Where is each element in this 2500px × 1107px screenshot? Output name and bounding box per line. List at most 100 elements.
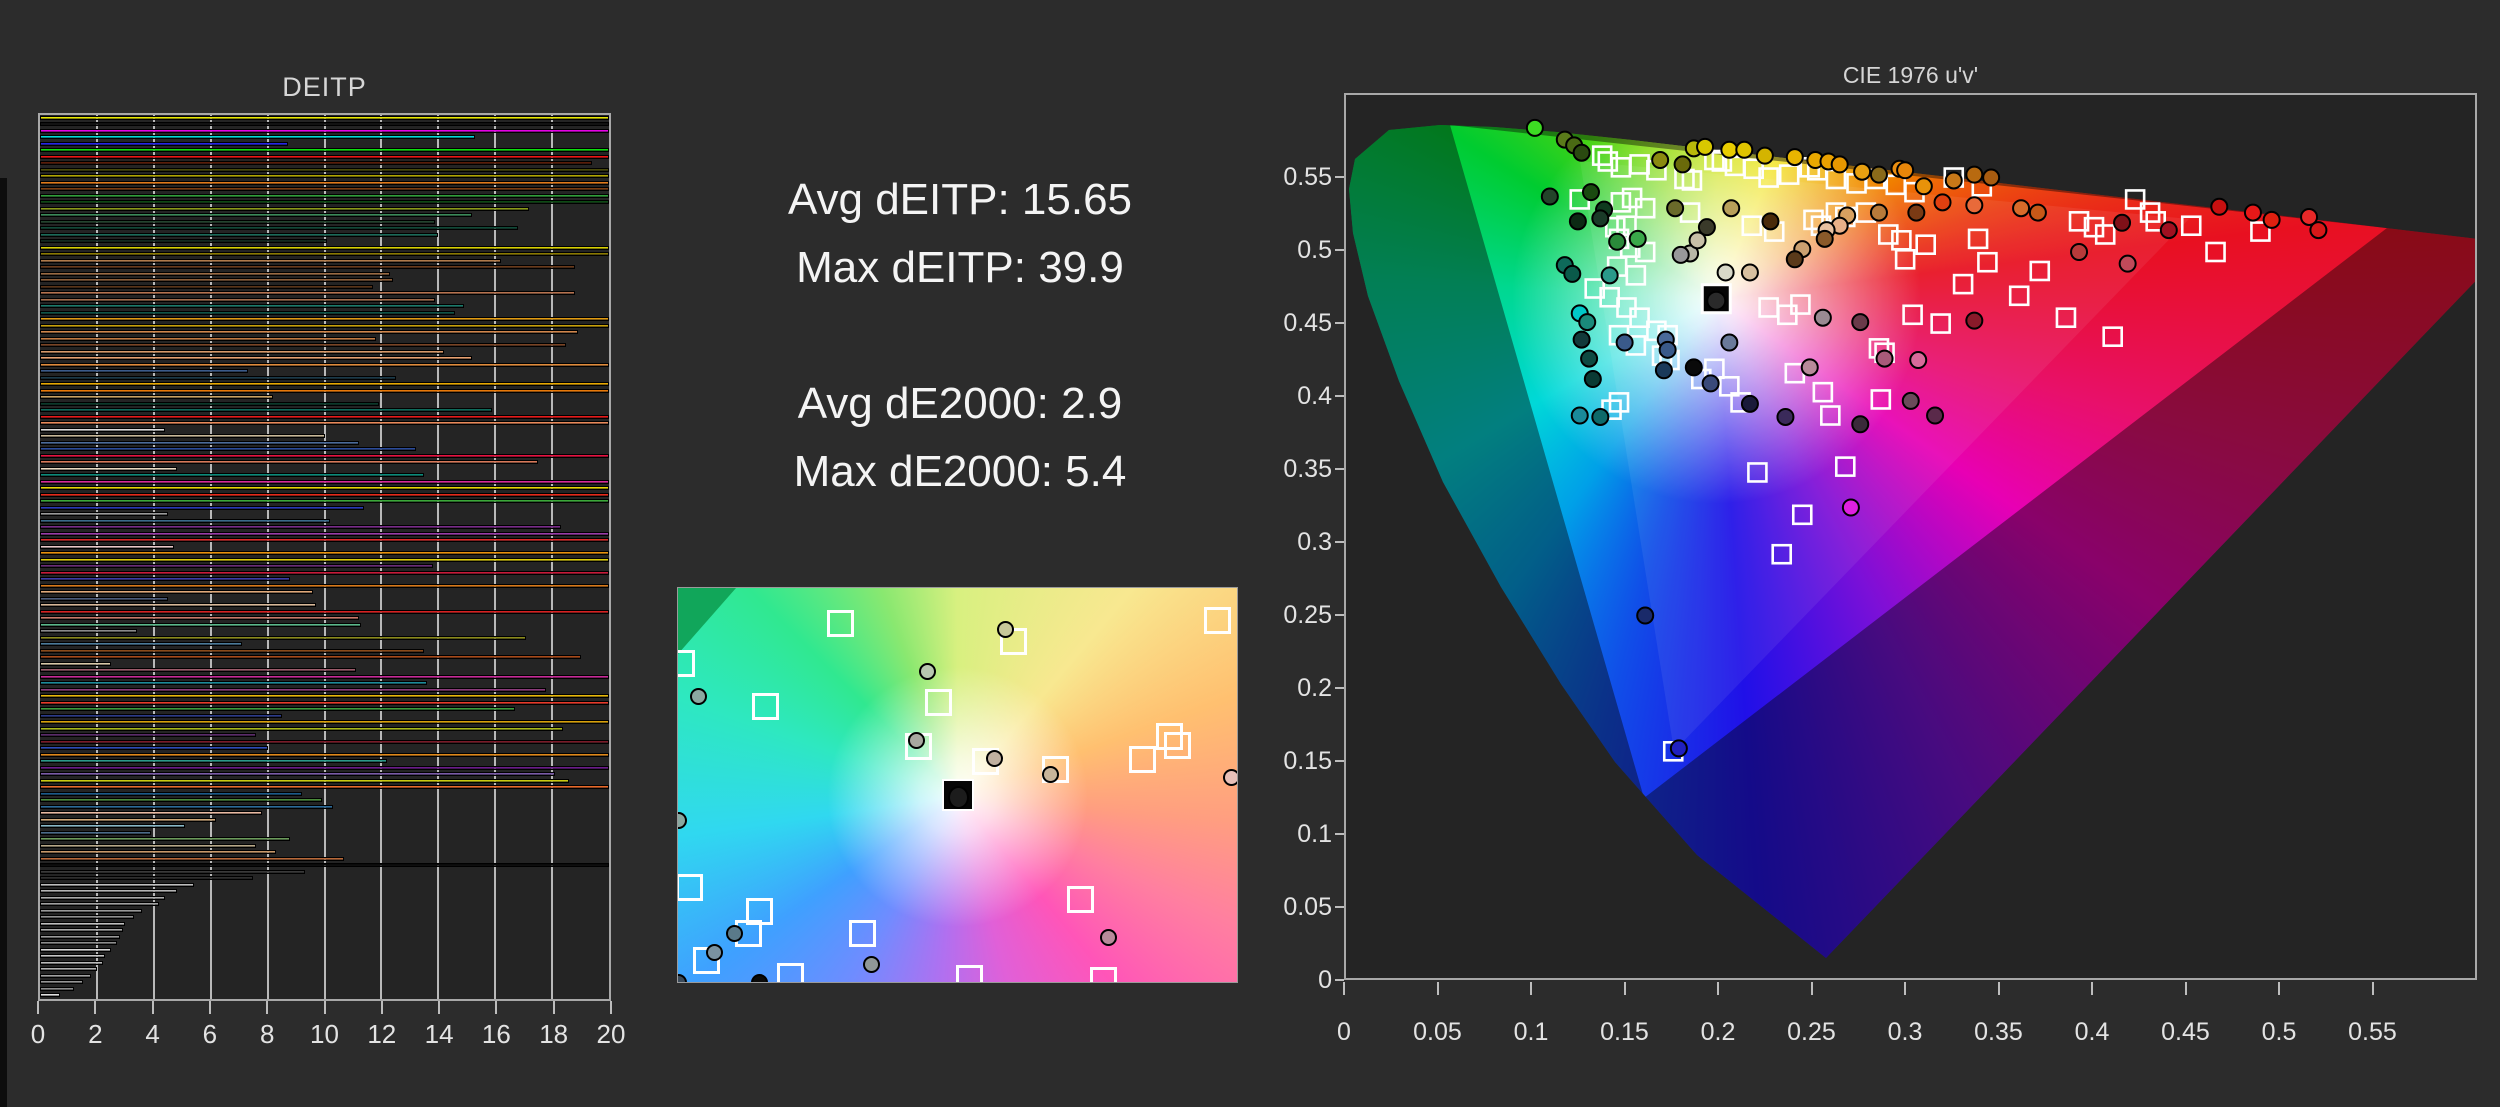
cie-measured-circle [1871, 167, 1887, 183]
deitp-bar [40, 155, 609, 159]
target-square-marker [752, 693, 779, 720]
deitp-bar [40, 837, 290, 841]
deitp-bar [40, 421, 609, 425]
white-point-marker [942, 779, 974, 811]
cie-measured-circle [1671, 740, 1687, 756]
deitp-bar [40, 454, 609, 458]
deitp-tick [209, 1001, 211, 1014]
deitp-bar [40, 252, 609, 256]
deitp-bar [40, 408, 492, 412]
deitp-bar [40, 369, 248, 373]
cie-x-tick [2278, 982, 2280, 995]
deitp-bar [40, 512, 168, 516]
measured-circle-marker [863, 956, 880, 973]
target-square-marker [777, 963, 804, 983]
cie-measured-circle [1703, 375, 1719, 391]
cie-measured-circle [1877, 351, 1893, 367]
cie-measured-circle [1916, 178, 1932, 194]
deitp-tick [438, 1001, 440, 1014]
measured-circle-marker [908, 732, 925, 749]
deitp-bar [40, 148, 609, 152]
cie-measured-circle [1574, 145, 1590, 161]
deitp-tick-label: 8 [237, 1019, 297, 1050]
gamut-corner-wedge [678, 588, 736, 654]
cie-measured-circle [1673, 247, 1689, 263]
deitp-bar [40, 259, 501, 263]
deitp-bar [40, 311, 455, 315]
deitp-bar [40, 636, 526, 640]
cie-x-tick [1343, 982, 1345, 995]
deitp-bar [40, 467, 177, 471]
deitp-bar [40, 473, 424, 477]
deitp-bar [40, 460, 538, 464]
deitp-x-axis: 02468101214161820 [38, 1001, 611, 1061]
target-square-marker [677, 650, 695, 677]
deitp-bar [40, 480, 609, 484]
target-square-marker [1204, 607, 1231, 634]
cie-measured-circle [1617, 335, 1633, 351]
cie-overlay-svg [1346, 95, 2477, 980]
cie-y-tick [1335, 906, 1344, 908]
cie-measured-circle [1910, 352, 1926, 368]
deitp-bar [40, 844, 256, 848]
deitp-bar [40, 623, 361, 627]
cie-y-tick [1335, 395, 1344, 397]
deitp-bar [40, 226, 518, 230]
measured-circle-marker [1223, 769, 1238, 786]
deitp-bar [40, 759, 387, 763]
deitp-bar [40, 584, 609, 588]
cie-measured-circle [1843, 500, 1859, 516]
cie-measured-circle [2301, 209, 2317, 225]
deitp-bar [40, 337, 376, 341]
deitp-bar [40, 324, 609, 328]
cie-measured-circle [1564, 266, 1580, 282]
cie-measured-circle [1908, 205, 1924, 221]
cie-y-tick-label: 0.15 [1242, 747, 1332, 776]
deitp-bar [40, 863, 609, 867]
deitp-bar [40, 928, 123, 932]
deitp-bar [40, 441, 359, 445]
cie-measured-circle [1721, 335, 1737, 351]
deitp-tick [553, 1001, 555, 1014]
deitp-bar [40, 415, 609, 419]
deitp-bar [40, 772, 555, 776]
measured-circle-marker [919, 663, 936, 680]
cie-measured-circle [1966, 167, 1982, 183]
cie-measured-circle [1667, 200, 1683, 216]
cie-x-tick [1717, 982, 1719, 995]
cie-measured-circle [1585, 371, 1601, 387]
cie-target-square [2207, 243, 2225, 261]
target-square-marker [827, 610, 854, 637]
deitp-bar [40, 278, 393, 282]
deitp-tick [266, 1001, 268, 1014]
measured-circle-marker [1100, 929, 1117, 946]
deitp-bar [40, 610, 609, 614]
deitp-bar [40, 233, 438, 237]
deitp-bar [40, 876, 253, 880]
deitp-bar [40, 493, 609, 497]
deitp-bars [40, 115, 609, 999]
deitp-bar [40, 720, 609, 724]
cie-measured-circle [1579, 314, 1595, 330]
cie-measured-circle [1935, 194, 1951, 210]
deitp-bar [40, 597, 168, 601]
cie-y-tick-label: 0 [1242, 966, 1332, 995]
deitp-bar [40, 603, 316, 607]
cie-x-tick [1530, 982, 1532, 995]
target-square-marker [1090, 967, 1117, 983]
target-square-marker [1129, 746, 1156, 773]
cie-x-tick-label: 0.2 [1678, 1018, 1758, 1047]
stats-spacer [630, 302, 1290, 370]
deitp-bar [40, 181, 609, 185]
cie-measured-circle [1583, 184, 1599, 200]
cie-x-tick-label: 0.05 [1398, 1018, 1478, 1047]
deitp-bar [40, 317, 609, 321]
deitp-bar [40, 740, 609, 744]
cie-measured-circle [1574, 332, 1590, 348]
cie-measured-circle [1570, 213, 1586, 229]
deitp-bar [40, 766, 609, 770]
cie-measured-circle [2120, 256, 2136, 272]
cie-target-square [1593, 147, 1611, 165]
deitp-bar [40, 486, 609, 490]
cie-x-tick-label: 0.4 [2052, 1018, 2132, 1047]
